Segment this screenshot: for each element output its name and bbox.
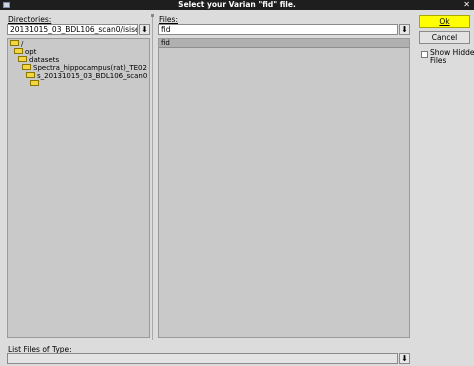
- file-type-dropdown-button[interactable]: ⬇: [399, 353, 410, 364]
- file-filter-dropdown-button[interactable]: ⬇: [399, 24, 410, 35]
- separator-handle[interactable]: [151, 14, 154, 17]
- download-arrow-icon: ⬇: [401, 354, 408, 363]
- folder-open-icon: [26, 72, 35, 78]
- title-bar: Select your Varian "fid" file. ✕: [0, 0, 474, 10]
- download-arrow-icon: ⬇: [401, 25, 408, 34]
- files-label-text: Files:: [159, 15, 178, 24]
- tree-item[interactable]: datasets: [18, 56, 59, 64]
- tree-item[interactable]: opt: [14, 48, 36, 56]
- file-list[interactable]: fid: [158, 38, 410, 338]
- tree-item[interactable]: s_20131015_03_BDL106_scan0: [26, 72, 147, 80]
- directory-tree[interactable]: / opt datasets Spectra_hippocampus(rat)_…: [7, 38, 150, 338]
- file-filter-field[interactable]: fid: [158, 24, 398, 35]
- folder-open-icon: [10, 40, 19, 46]
- tree-item[interactable]: [30, 80, 41, 88]
- tree-item[interactable]: /: [10, 40, 23, 48]
- close-window-icon[interactable]: ✕: [463, 0, 470, 10]
- directory-path-field[interactable]: 20131015_03_BDL106_scan0/isise_01.fid: [7, 24, 138, 35]
- ok-button[interactable]: Ok: [419, 15, 470, 28]
- cancel-button[interactable]: Cancel: [419, 31, 470, 44]
- show-hidden-files-label: Show Hidden Files: [430, 48, 474, 65]
- pane-separator[interactable]: [152, 14, 153, 340]
- folder-open-icon: [22, 64, 31, 70]
- directories-label: Directories:: [8, 15, 51, 24]
- folder-icon: [30, 80, 39, 86]
- folder-open-icon: [18, 56, 27, 62]
- window-title: Select your Varian "fid" file.: [178, 0, 296, 9]
- tree-item[interactable]: Spectra_hippocampus(rat)_TE02: [22, 64, 147, 72]
- folder-open-icon: [14, 48, 23, 54]
- download-arrow-icon: ⬇: [141, 25, 148, 34]
- directory-dropdown-button[interactable]: ⬇: [139, 24, 150, 35]
- directories-label-text: Directories:: [8, 15, 52, 24]
- file-list-item[interactable]: fid: [159, 39, 409, 48]
- show-hidden-files-checkbox[interactable]: [421, 51, 428, 58]
- file-type-field[interactable]: [7, 353, 398, 364]
- files-label: Files:: [159, 15, 178, 24]
